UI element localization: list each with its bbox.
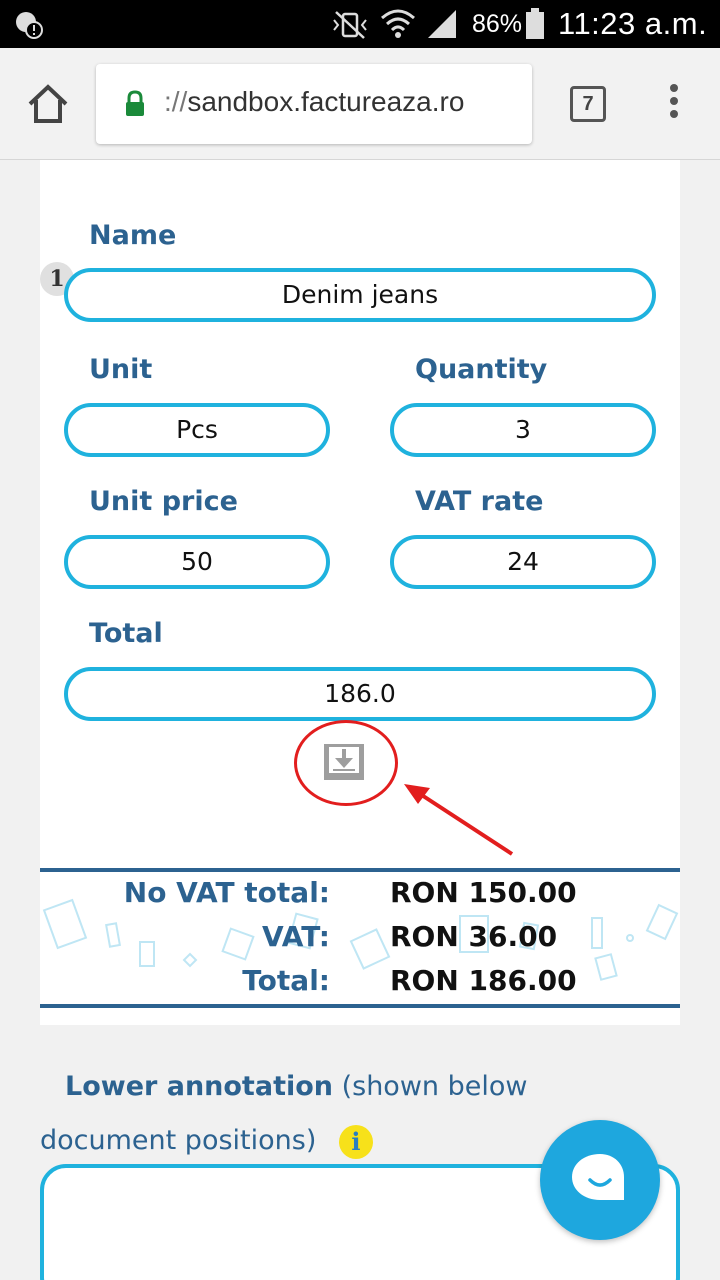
- vat-label: VAT:: [261, 920, 330, 953]
- total-field[interactable]: 186.0: [64, 667, 656, 721]
- vat-row: VAT: RON 36.00: [40, 920, 680, 960]
- browser-toolbar: ://sandbox.factureaza.ro 7: [0, 48, 720, 160]
- name-field[interactable]: Denim jeans: [64, 268, 656, 322]
- annotation-arrow-icon: [404, 784, 514, 856]
- quantity-field[interactable]: 3: [390, 403, 656, 457]
- vat-rate-field[interactable]: 24: [390, 535, 656, 589]
- url-host: sandbox.factureaza.ro: [187, 86, 465, 117]
- grand-total-label: Total:: [242, 964, 330, 997]
- totals-summary: No VAT total: RON 150.00 VAT: RON 36.00 …: [40, 868, 680, 1008]
- lower-annotation-title: Lower annotation: [65, 1071, 333, 1102]
- quantity-label: Quantity: [415, 354, 548, 385]
- lock-icon: [126, 90, 144, 116]
- name-label: Name: [89, 220, 177, 251]
- invoice-position-card: Name 1 Denim jeans Unit Quantity Pcs 3 U…: [40, 160, 680, 1025]
- info-icon[interactable]: i: [338, 1124, 373, 1159]
- notification-alert-icon: [16, 12, 43, 39]
- overflow-menu-icon[interactable]: [666, 84, 682, 124]
- clock: 11:23 a.m.: [558, 6, 708, 41]
- status-bar: 86% 11:23 a.m.: [0, 0, 720, 48]
- wifi-icon: [381, 9, 415, 38]
- chat-button[interactable]: [540, 1120, 660, 1240]
- unit-label: Unit: [89, 354, 153, 385]
- tab-switcher-button[interactable]: 7: [570, 86, 606, 122]
- cell-signal-icon: [428, 10, 456, 38]
- address-bar[interactable]: ://sandbox.factureaza.ro: [96, 64, 532, 144]
- home-icon[interactable]: [26, 82, 70, 126]
- no-vat-total-row: No VAT total: RON 150.00: [40, 876, 680, 916]
- grand-total-value: RON 186.00: [390, 964, 577, 997]
- no-vat-total-value: RON 150.00: [390, 876, 577, 909]
- vibrate-mute-icon: [333, 11, 367, 39]
- unit-price-field[interactable]: 50: [64, 535, 330, 589]
- total-label: Total: [89, 618, 163, 649]
- battery-icon: [526, 8, 544, 39]
- no-vat-total-label: No VAT total:: [123, 876, 330, 909]
- url-scheme: ://: [164, 86, 188, 117]
- url-text: ://sandbox.factureaza.ro: [164, 86, 464, 118]
- save-position-control: [294, 720, 398, 806]
- chat-bubble-icon: [572, 1154, 624, 1200]
- unit-field[interactable]: Pcs: [64, 403, 330, 457]
- vat-rate-label: VAT rate: [415, 486, 544, 517]
- battery-percent: 86%: [472, 10, 523, 38]
- unit-price-label: Unit price: [89, 486, 238, 517]
- vat-value: RON 36.00: [390, 920, 558, 953]
- save-download-icon[interactable]: [322, 742, 366, 782]
- grand-total-row: Total: RON 186.00: [40, 964, 680, 1004]
